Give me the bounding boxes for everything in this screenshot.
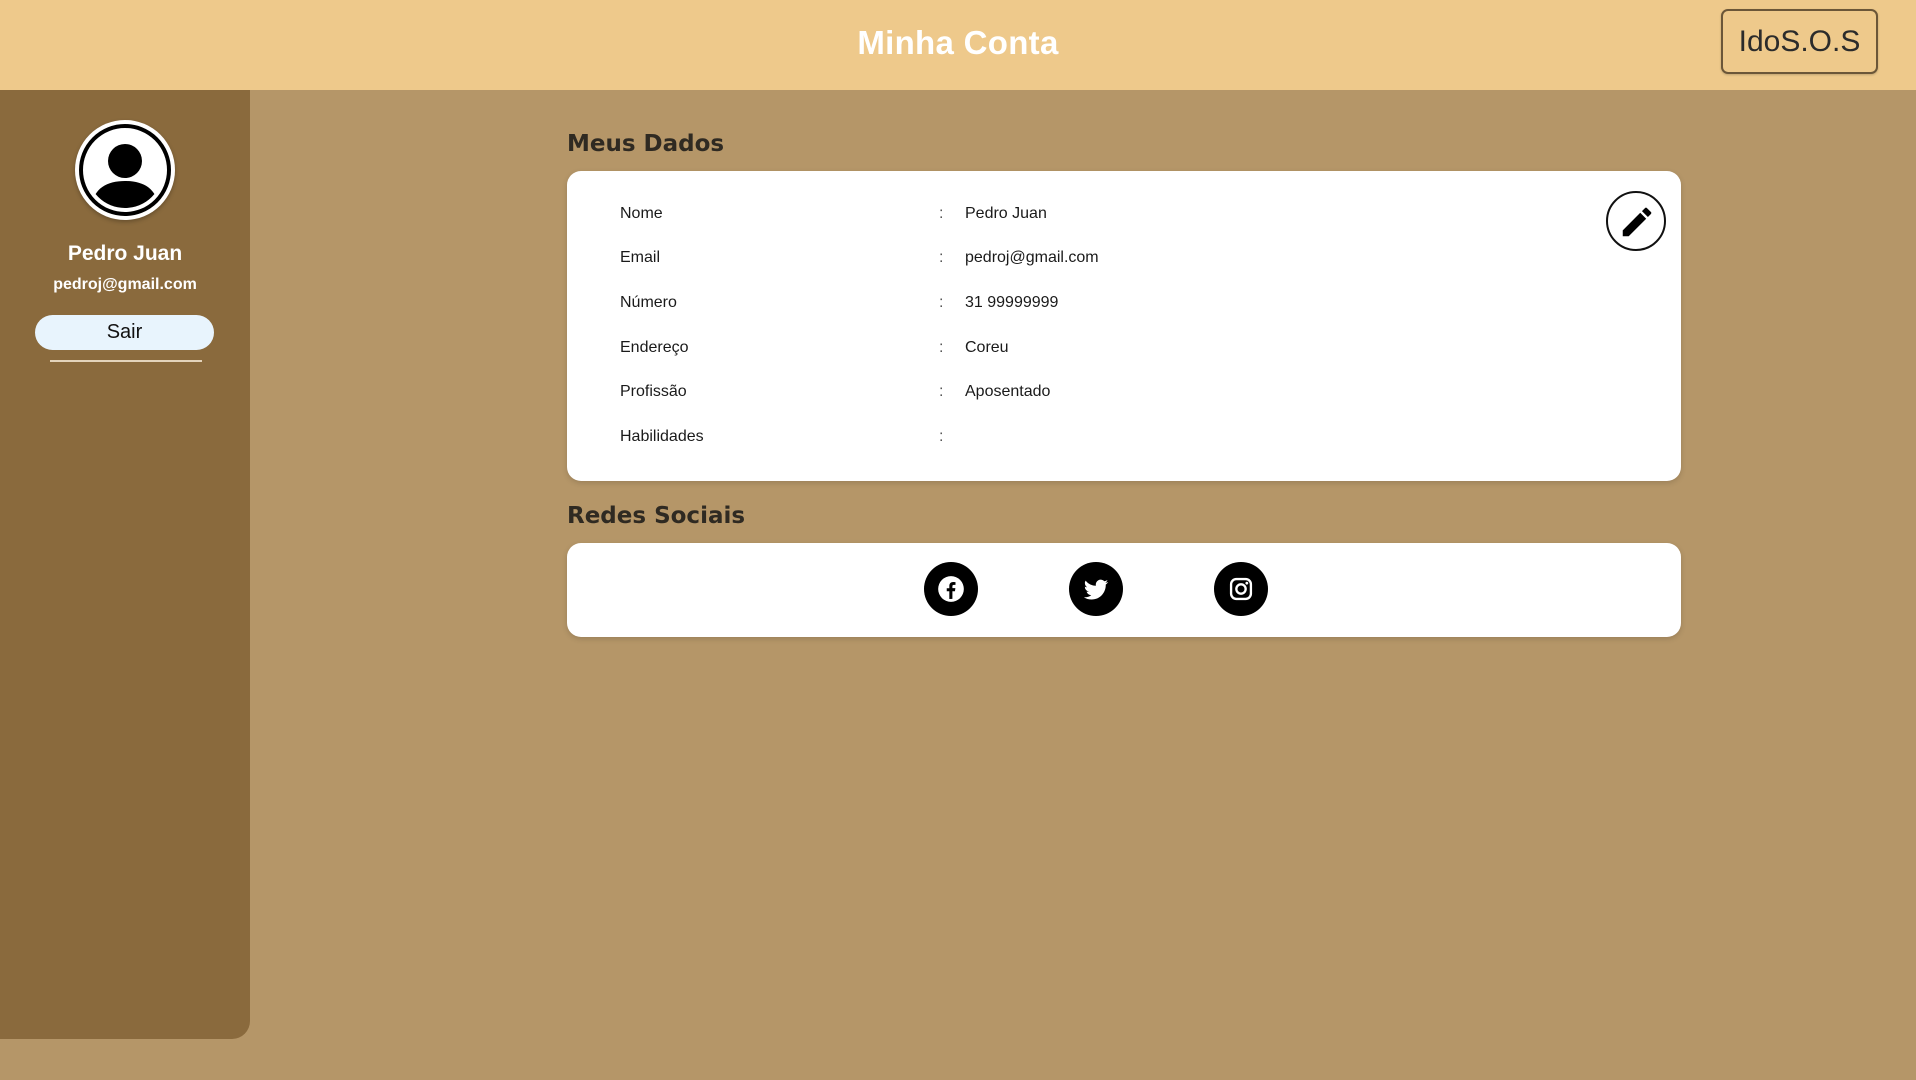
- facebook-icon: [938, 576, 964, 602]
- user-avatar-icon: [79, 124, 171, 216]
- field-separator: :: [939, 383, 944, 400]
- field-value: Pedro Juan: [965, 205, 1047, 222]
- page-title: Minha Conta: [857, 24, 1059, 61]
- field-separator: :: [939, 339, 944, 356]
- twitter-button[interactable]: [1069, 562, 1123, 616]
- field-value: pedroj@gmail.com: [965, 249, 1099, 266]
- profile-card: Nome : Pedro Juan Email : pedroj@gmail.c…: [567, 171, 1681, 481]
- field-label: Habilidades: [620, 428, 704, 445]
- field-row-endereco: Endereço : Coreu: [567, 339, 1681, 363]
- field-separator: :: [939, 294, 944, 311]
- twitter-icon: [1083, 579, 1109, 600]
- field-row-habilidades: Habilidades :: [567, 428, 1681, 452]
- edit-profile-button[interactable]: [1606, 191, 1666, 251]
- top-header: Minha Conta IdoS.O.S: [0, 0, 1916, 90]
- field-row-numero: Número : 31 99999999: [567, 294, 1681, 318]
- sidebar-divider: [50, 360, 202, 362]
- social-section-title: Redes Sociais: [567, 503, 746, 529]
- field-row-email: Email : pedroj@gmail.com: [567, 249, 1681, 273]
- avatar: [75, 120, 175, 220]
- user-name: Pedro Juan: [67, 242, 183, 265]
- social-card: [567, 543, 1681, 637]
- field-separator: :: [939, 428, 944, 445]
- field-value: 31 99999999: [965, 294, 1059, 311]
- field-label: Endereço: [620, 339, 689, 356]
- user-email: pedroj@gmail.com: [53, 276, 197, 293]
- field-row-profissao: Profissão : Aposentado: [567, 383, 1681, 407]
- pencil-icon: [1622, 207, 1652, 237]
- brand-button[interactable]: IdoS.O.S: [1721, 9, 1878, 74]
- field-label: Número: [620, 294, 677, 311]
- instagram-icon: [1229, 577, 1253, 601]
- field-separator: :: [939, 205, 944, 222]
- field-row-nome: Nome : Pedro Juan: [567, 205, 1681, 229]
- sidebar: Pedro Juan pedroj@gmail.com Sair: [0, 90, 250, 1039]
- field-label: Nome: [620, 205, 663, 222]
- profile-section-title: Meus Dados: [567, 131, 725, 157]
- field-separator: :: [939, 249, 944, 266]
- field-value: Coreu: [965, 339, 1009, 356]
- field-label: Profissão: [620, 383, 687, 400]
- logout-button[interactable]: Sair: [35, 315, 214, 350]
- field-value: Aposentado: [965, 383, 1051, 400]
- facebook-button[interactable]: [924, 562, 978, 616]
- field-label: Email: [620, 249, 661, 266]
- instagram-button[interactable]: [1214, 562, 1268, 616]
